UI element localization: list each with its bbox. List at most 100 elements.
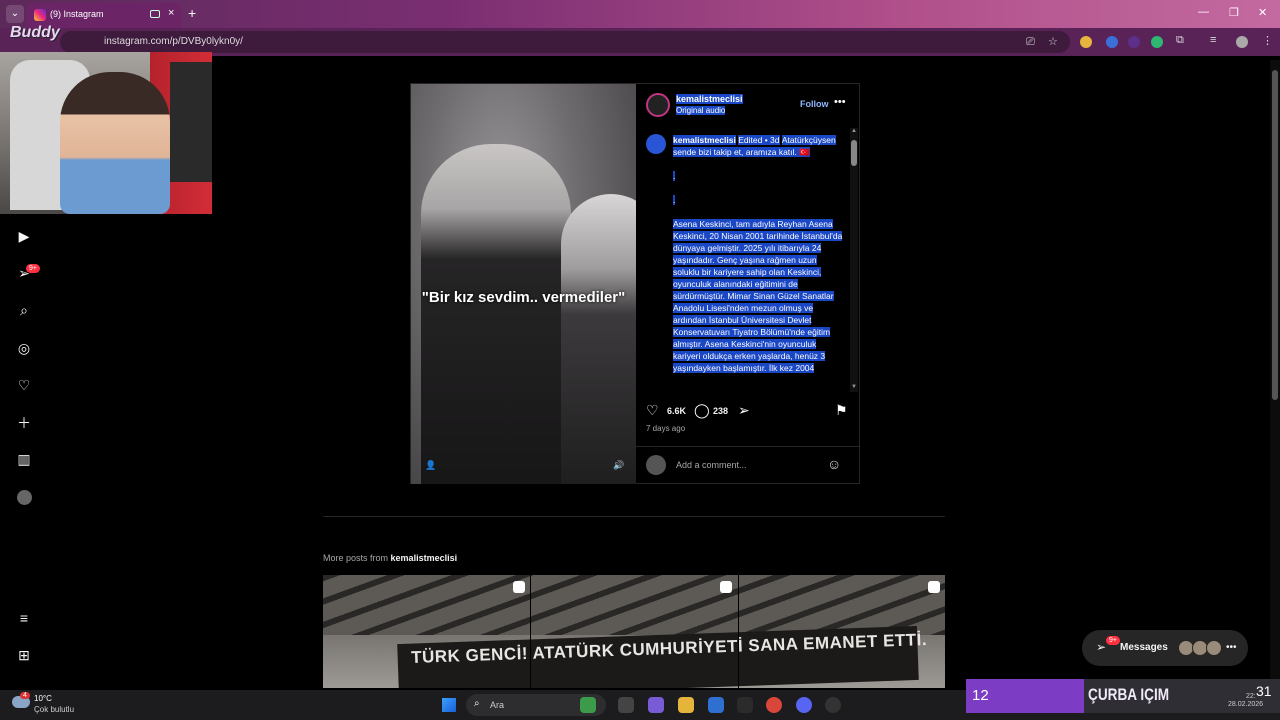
windows-start-icon[interactable] [442, 698, 456, 712]
extension-icon[interactable] [1080, 36, 1092, 48]
extensions-puzzle-icon[interactable]: ⧉ [1176, 34, 1184, 47]
copilot-icon[interactable] [648, 697, 664, 713]
scrollbar-thumb[interactable] [851, 140, 857, 166]
comment-count[interactable]: 238 [713, 406, 728, 416]
heart-icon[interactable]: ♡ [0, 377, 48, 394]
search-icon[interactable]: ⌕ [0, 302, 48, 319]
like-count[interactable]: 6.6K [667, 406, 686, 416]
taskbar-app-icon[interactable] [825, 697, 841, 713]
viewer-avatar [646, 455, 666, 475]
tab-title: (9) Instagram [50, 9, 104, 19]
file-explorer-icon[interactable] [678, 697, 694, 713]
extension-icon[interactable] [1151, 36, 1163, 48]
contact-avatar [1206, 640, 1222, 656]
webcam-overlay [0, 52, 212, 214]
post-modal: "Bir kız sevdim.. vermediler" 👤 🔊 kemali… [410, 83, 860, 484]
tab-close-button[interactable]: × [168, 7, 174, 19]
reel-indicator-icon [513, 581, 525, 593]
scroll-up-arrow[interactable]: ▲ [850, 128, 858, 134]
store-icon[interactable] [708, 697, 724, 713]
clock: 31 [1256, 683, 1272, 699]
stream-logo: Buddy [10, 24, 60, 41]
original-audio-link[interactable]: Original audio [676, 106, 726, 115]
messages-button[interactable]: ➢ 9+ Messages ••• [1082, 630, 1248, 666]
send-icon[interactable]: ➢ [0, 265, 48, 282]
song-title: ÇURBA IÇIM [1088, 685, 1170, 704]
page-scrollbar[interactable] [1270, 60, 1280, 690]
taskbar-app-icon[interactable] [737, 697, 753, 713]
install-app-icon[interactable]: ⎚ [1026, 36, 1035, 49]
taskbar-search-placeholder: Ara [490, 700, 505, 710]
reel-indicator-icon [720, 581, 732, 593]
new-tab-button[interactable]: + [188, 5, 196, 21]
bookmark-star-icon[interactable]: ☆ [1048, 35, 1058, 48]
clock-small: 22: [1246, 693, 1256, 700]
discord-icon[interactable] [796, 697, 812, 713]
caption-scrollbar[interactable]: ▲ ▼ [850, 128, 858, 392]
comment-icon[interactable]: ◯ [694, 402, 710, 419]
follow-button[interactable]: Follow [800, 99, 829, 109]
song-number-panel: 12 [966, 679, 1084, 713]
create-plus-icon[interactable]: ＋ [0, 413, 48, 433]
caption-meta: Edited • 3d [738, 135, 780, 145]
reels-icon[interactable]: ▶ [0, 228, 48, 245]
chrome-icon[interactable] [766, 697, 782, 713]
more-posts-grid[interactable]: TÜRK GENCİ! ATATÜRK CUMHURİYETİ SANA EMA… [323, 575, 945, 688]
more-posts-heading: More posts from kemalistmeclisi [323, 553, 457, 563]
dashboard-icon[interactable]: ▥ [0, 451, 48, 468]
taskbar-app-icon[interactable] [580, 697, 596, 713]
like-heart-icon[interactable]: ♡ [646, 402, 659, 419]
post-actions: ♡ 6.6K ◯ 238 ➢ ⚑ [646, 402, 850, 422]
author-avatar[interactable] [646, 93, 670, 117]
caption: kemalistmeclisi Edited • 3d Atatürkçüyse… [646, 134, 846, 394]
profile-avatar[interactable] [17, 490, 32, 505]
page-scrollbar-thumb[interactable] [1272, 70, 1278, 400]
emoji-icon[interactable]: ☺ [827, 456, 841, 472]
maximize-button[interactable]: ❐ [1229, 6, 1239, 19]
weather-description[interactable]: Çok bulutlu [34, 705, 74, 714]
tab-search-menu-button[interactable]: ⌄ [6, 5, 24, 23]
menu-hamburger-icon[interactable]: ≡ [0, 610, 48, 626]
extension-icon[interactable] [1128, 36, 1140, 48]
instagram-favicon-icon [34, 9, 46, 21]
minimize-button[interactable]: — [1198, 6, 1209, 18]
video-figure [421, 144, 571, 484]
browser-menu-icon[interactable]: ⋮ [1262, 34, 1273, 47]
weather-temperature[interactable]: 10°C [34, 694, 52, 703]
grid-separator [530, 575, 531, 688]
notification-badge: 9+ [26, 264, 40, 273]
more-contacts-icon: ••• [1226, 642, 1237, 653]
scroll-down-arrow[interactable]: ▼ [850, 384, 858, 390]
weather-badge: 4 [20, 692, 30, 699]
more-posts-user[interactable]: kemalistmeclisi [391, 553, 458, 563]
share-icon[interactable]: ➢ [738, 402, 750, 419]
taskbar-app-icon[interactable] [618, 697, 634, 713]
video-overlay-text: "Bir kız sevdim.. vermediler" [421, 289, 626, 306]
audio-toggle-icon[interactable]: 🔊 [613, 460, 624, 471]
caption-username[interactable]: kemalistmeclisi [673, 135, 736, 145]
reading-list-icon[interactable]: ≡ [1210, 34, 1216, 46]
grid-separator [738, 575, 739, 688]
close-window-button[interactable]: ✕ [1258, 6, 1267, 19]
url-text[interactable]: instagram.com/p/DVBy0lykn0y/ [104, 36, 243, 47]
caption-line: . [673, 171, 676, 181]
more-posts-prefix: More posts from [323, 553, 389, 563]
extension-icon[interactable] [1106, 36, 1118, 48]
address-bar[interactable]: instagram.com/p/DVBy0lykn0y/ ⎚ ☆ [60, 31, 1070, 53]
save-bookmark-icon[interactable]: ⚑ [835, 402, 848, 419]
messages-label: Messages [1120, 642, 1168, 653]
caption-author-avatar[interactable] [646, 134, 666, 154]
streamer [60, 72, 170, 214]
author-username[interactable]: kemalistmeclisi [676, 94, 743, 104]
also-from-meta-icon[interactable]: ⊞ [0, 647, 48, 664]
tab-media-icon[interactable] [150, 10, 160, 18]
browser-tab-bar: ⌄ (9) Instagram × + — ❐ ✕ [0, 0, 1280, 28]
explore-icon[interactable]: ◎ [0, 340, 48, 357]
caption-line: . [673, 195, 676, 205]
comment-input[interactable]: Add a comment... [676, 460, 747, 470]
more-options-icon[interactable]: ••• [834, 96, 846, 108]
portrait-poster [170, 62, 212, 182]
reel-video[interactable]: "Bir kız sevdim.. vermediler" 👤 🔊 [411, 84, 636, 484]
tagged-users-icon[interactable]: 👤 [425, 460, 436, 471]
profile-avatar-icon[interactable] [1236, 36, 1248, 48]
